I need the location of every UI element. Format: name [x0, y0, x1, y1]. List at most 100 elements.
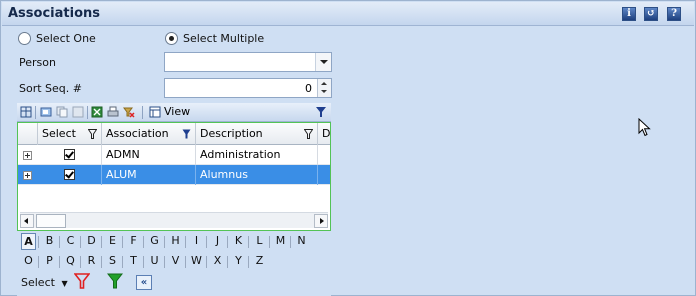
- sort-seq-value: 0: [305, 82, 312, 95]
- letter-l-button[interactable]: L: [252, 233, 267, 250]
- select-menu-label: Select: [21, 276, 55, 289]
- select-one-radio[interactable]: [18, 32, 31, 45]
- panel-title: Associations: [8, 6, 100, 21]
- alphabet-filter: ABCDEFGHIJKLMN OPQRSTUVWXYZ Select ▼ «: [17, 233, 331, 296]
- letter-b-button[interactable]: B: [42, 233, 57, 250]
- view-button[interactable]: View: [164, 105, 190, 118]
- associations-grid: Select Association Description De: [17, 122, 331, 231]
- letter-r-button[interactable]: R: [84, 253, 99, 270]
- letter-separator: [248, 236, 249, 248]
- letter-v-button[interactable]: V: [168, 253, 183, 270]
- scroll-right-icon[interactable]: [314, 214, 328, 228]
- help-icon[interactable]: ?: [667, 7, 681, 21]
- clear-filter-icon[interactable]: [123, 106, 135, 118]
- letter-k-button[interactable]: K: [231, 233, 246, 250]
- person-dropdown[interactable]: [164, 52, 332, 72]
- letter-separator: [185, 256, 186, 268]
- select-cell[interactable]: [38, 145, 102, 165]
- row-checkbox[interactable]: [64, 169, 75, 180]
- sort-seq-spinner[interactable]: [317, 79, 331, 97]
- mouse-cursor-icon: [638, 118, 651, 137]
- letter-e-button[interactable]: E: [105, 233, 120, 250]
- settings-grid-icon[interactable]: [72, 106, 84, 118]
- letter-g-button[interactable]: G: [147, 233, 162, 250]
- letter-separator: [269, 236, 270, 248]
- letter-z-button[interactable]: Z: [252, 253, 267, 270]
- filter-outline-icon[interactable]: [88, 129, 97, 139]
- select-menu-button[interactable]: Select ▼: [21, 276, 68, 289]
- letter-d-button[interactable]: D: [84, 233, 99, 250]
- filter-outline-icon[interactable]: [304, 129, 313, 139]
- letter-j-button[interactable]: J: [210, 233, 225, 250]
- select-multiple-radio[interactable]: [165, 32, 178, 45]
- scroll-left-icon[interactable]: [20, 214, 34, 228]
- description-cell: Alumnus: [196, 165, 318, 185]
- column-select-label: Select: [42, 127, 76, 140]
- expand-icon[interactable]: [23, 171, 32, 180]
- select-one-label[interactable]: Select One: [36, 32, 96, 45]
- letter-y-button[interactable]: Y: [231, 253, 246, 270]
- filter-active-icon[interactable]: [182, 129, 191, 139]
- letter-s-button[interactable]: S: [105, 253, 120, 270]
- group-icon[interactable]: [40, 106, 52, 118]
- row-checkbox[interactable]: [64, 149, 75, 160]
- print-icon[interactable]: [107, 106, 119, 118]
- dropdown-arrow-icon[interactable]: [315, 53, 331, 71]
- grid-header: Select Association Description De: [18, 123, 330, 145]
- info-icon[interactable]: i: [622, 7, 636, 21]
- letter-i-button[interactable]: I: [189, 233, 204, 250]
- letter-separator: [80, 256, 81, 268]
- collapse-left-icon[interactable]: «: [136, 275, 152, 290]
- column-association[interactable]: Association: [102, 123, 196, 145]
- letter-separator: [122, 256, 123, 268]
- select-cell[interactable]: [38, 165, 102, 185]
- column-select[interactable]: Select: [38, 123, 102, 145]
- letter-t-button[interactable]: T: [126, 253, 141, 270]
- view-icon[interactable]: [149, 106, 161, 118]
- letter-q-button[interactable]: Q: [63, 253, 78, 270]
- letter-separator: [59, 236, 60, 248]
- expand-icon[interactable]: [23, 151, 32, 160]
- column-description[interactable]: Description: [196, 123, 318, 145]
- select-multiple-label[interactable]: Select Multiple: [183, 32, 264, 45]
- letter-x-button[interactable]: X: [210, 253, 225, 270]
- letter-separator: [143, 256, 144, 268]
- copy-icon[interactable]: [56, 106, 68, 118]
- letter-w-button[interactable]: W: [189, 253, 204, 270]
- letter-a-button[interactable]: A: [21, 233, 36, 250]
- letter-separator: [227, 256, 228, 268]
- letter-p-button[interactable]: P: [42, 253, 57, 270]
- letter-o-button[interactable]: O: [21, 253, 36, 270]
- letter-separator: [80, 236, 81, 248]
- letter-separator: [101, 236, 102, 248]
- table-row[interactable]: ADMN Administration: [18, 145, 330, 165]
- description-cell: Administration: [196, 145, 318, 165]
- letter-h-button[interactable]: H: [168, 233, 183, 250]
- letter-m-button[interactable]: M: [273, 233, 288, 250]
- letter-separator: [164, 236, 165, 248]
- filter-icon[interactable]: [315, 106, 327, 118]
- letter-separator: [38, 256, 39, 268]
- table-row[interactable]: ALUM Alumnus: [18, 165, 330, 185]
- red-funnel-icon[interactable]: [74, 273, 90, 289]
- columns-icon[interactable]: [20, 106, 32, 118]
- letter-separator: [101, 256, 102, 268]
- letter-n-button[interactable]: N: [294, 233, 309, 250]
- horizontal-scrollbar[interactable]: [20, 212, 328, 228]
- sort-seq-label: Sort Seq. #: [19, 82, 82, 95]
- association-cell: ALUM: [102, 165, 196, 185]
- sort-seq-input[interactable]: 0: [164, 78, 332, 98]
- letter-separator: [227, 236, 228, 248]
- chevron-down-icon: ▼: [61, 279, 68, 288]
- panel-header: Associations i ↺ ?: [2, 2, 694, 26]
- letter-f-button[interactable]: F: [126, 233, 141, 250]
- letter-u-button[interactable]: U: [147, 253, 162, 270]
- letter-c-button[interactable]: C: [63, 233, 78, 250]
- refresh-icon[interactable]: ↺: [644, 7, 658, 21]
- excel-icon[interactable]: [91, 106, 103, 118]
- scroll-thumb[interactable]: [36, 214, 66, 228]
- green-funnel-icon[interactable]: [107, 273, 123, 289]
- column-de[interactable]: De: [318, 123, 330, 145]
- letter-separator: [59, 256, 60, 268]
- letter-separator: [206, 236, 207, 248]
